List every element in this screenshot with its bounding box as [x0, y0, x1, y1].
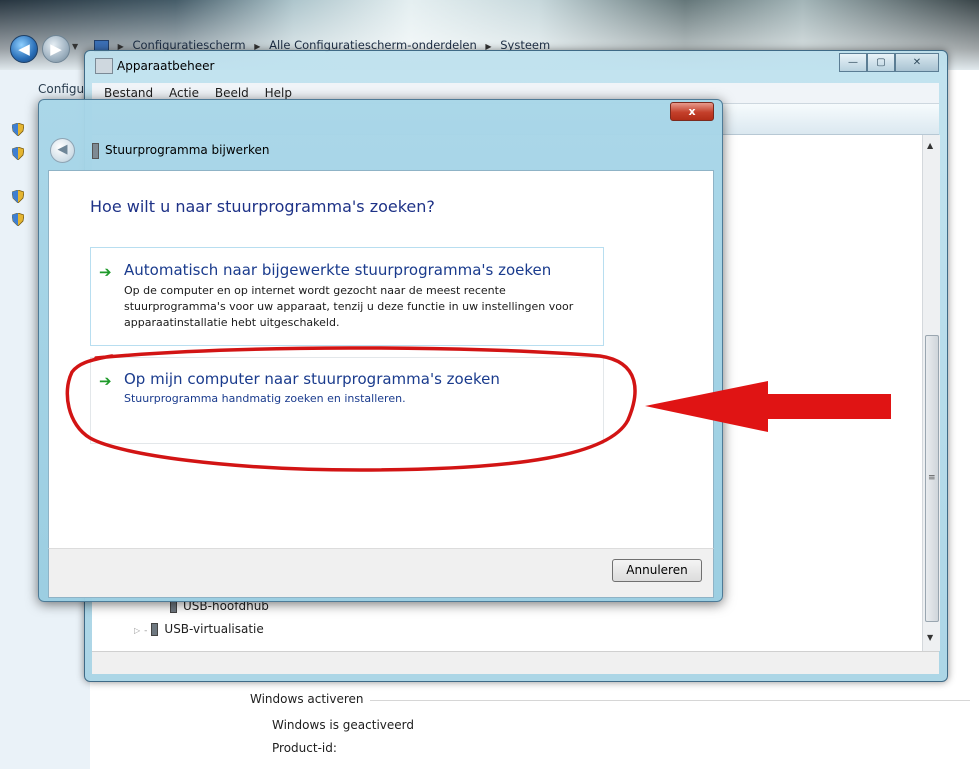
dialog-title: Stuurprogramma bijwerken [105, 143, 270, 157]
menu-actie[interactable]: Actie [169, 86, 199, 100]
dialog-question: Hoe wilt u naar stuurprogramma's zoeken? [90, 197, 435, 216]
expand-icon[interactable]: ▷ [134, 626, 140, 635]
window-controls: — ▢ ✕ [839, 53, 939, 72]
tree-item-usb-virtualisatie[interactable]: ▷ - USB-virtualisatie [134, 622, 264, 636]
group-divider [370, 700, 970, 701]
shield-icon [12, 190, 24, 203]
device-icon [92, 143, 99, 159]
vertical-scrollbar[interactable]: ▲ ≡ ▼ [922, 135, 940, 651]
minimize-button[interactable]: — [839, 53, 867, 72]
activation-status: Windows is geactiveerd [272, 718, 414, 732]
shield-icon [12, 213, 24, 226]
option-description: Op de computer en op internet wordt gezo… [124, 284, 574, 329]
dialog-close-button[interactable]: x [670, 102, 714, 121]
shield-icon [12, 123, 24, 136]
option-search-automatically[interactable]: ➔ Automatisch naar bijgewerkte stuurprog… [90, 247, 604, 346]
green-arrow-icon: ➔ [99, 372, 112, 390]
status-bar [92, 651, 939, 674]
menu-beeld[interactable]: Beeld [215, 86, 249, 100]
scroll-down-icon[interactable]: ▼ [927, 633, 933, 642]
window-title: Apparaatbeheer [117, 59, 215, 73]
cancel-button[interactable]: Annuleren [612, 559, 702, 582]
option-title: Op mijn computer naar stuurprogramma's z… [124, 370, 500, 388]
scroll-grip-icon: ≡ [928, 473, 936, 483]
back-arrow-button[interactable]: ◀ [50, 138, 75, 163]
dialog-body: Hoe wilt u naar stuurprogramma's zoeken?… [48, 170, 714, 550]
menu-bestand[interactable]: Bestand [104, 86, 153, 100]
back-button[interactable]: ◀ [10, 35, 38, 63]
option-title: Automatisch naar bijgewerkte stuurprogra… [124, 261, 552, 279]
forward-button[interactable]: ▶ [42, 35, 70, 63]
tree-connector: - [144, 626, 148, 636]
maximize-button[interactable]: ▢ [867, 53, 895, 72]
green-arrow-icon: ➔ [99, 263, 112, 281]
option-browse-my-computer[interactable]: ➔ Op mijn computer naar stuurprogramma's… [90, 357, 604, 444]
scroll-thumb[interactable]: ≡ [925, 335, 939, 622]
scroll-up-icon[interactable]: ▲ [927, 141, 933, 150]
device-manager-icon [95, 58, 113, 74]
sidebar-label: Configu [38, 82, 85, 96]
dialog-footer: Annuleren [48, 548, 714, 598]
update-driver-dialog: x ◀ Stuurprogramma bijwerken Hoe wilt u … [38, 99, 723, 602]
close-button[interactable]: ✕ [895, 53, 939, 72]
option-description: Stuurprogramma handmatig zoeken en insta… [124, 392, 406, 405]
shield-icon [12, 147, 24, 160]
usb-icon [151, 623, 159, 636]
history-dropdown-icon[interactable]: ▼ [72, 42, 78, 51]
activation-group-title: Windows activeren [250, 692, 370, 706]
product-id-label: Product-id: [272, 741, 337, 755]
menu-help[interactable]: Help [265, 86, 292, 100]
